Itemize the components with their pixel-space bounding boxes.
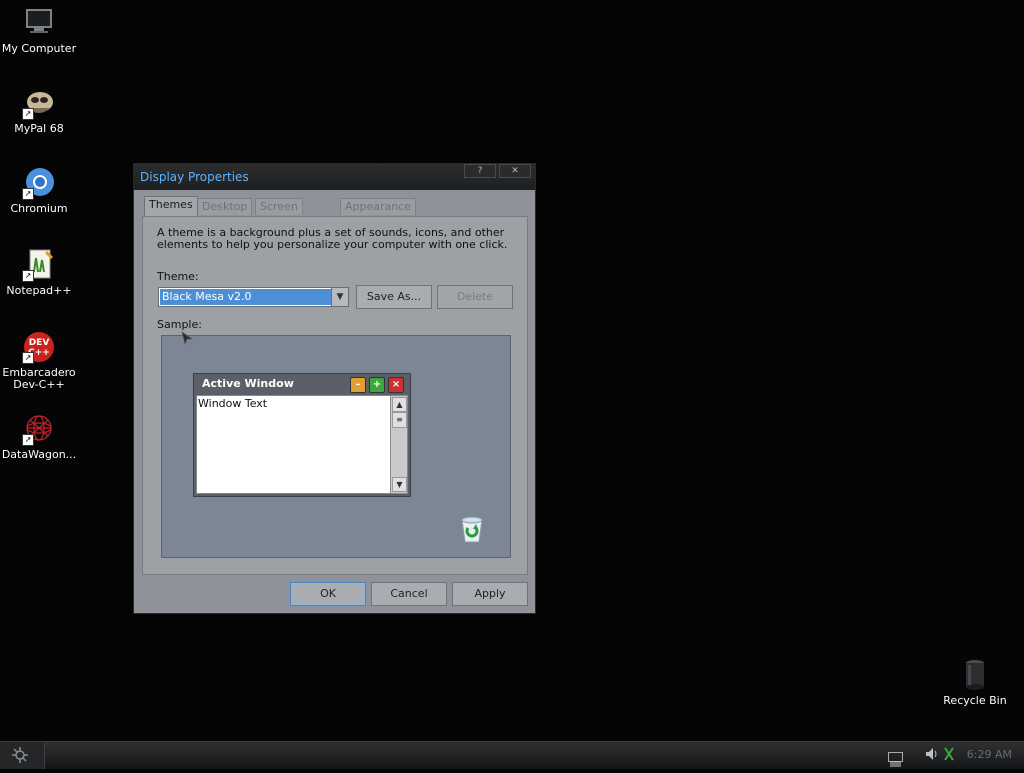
tab-desktop[interactable]: Desktop (197, 198, 253, 215)
taskbar-clock[interactable]: 6:29 AM (967, 748, 1012, 761)
minimize-icon: – (350, 377, 366, 393)
recycle-bin-icon (958, 658, 992, 692)
sample-active-window: Active Window – + × Window Text ▲ ≡ ▼ (193, 373, 411, 497)
start-icon (12, 747, 28, 763)
maximize-icon: + (369, 377, 385, 393)
close-button[interactable]: ✕ (499, 164, 531, 178)
save-as-button[interactable]: Save As... (356, 285, 432, 309)
desktop-icon-datawagon[interactable]: ↗ DataWagon... (0, 412, 78, 461)
sample-scrollbar: ▲ ≡ ▼ (390, 395, 408, 494)
tab-screen-saver[interactable]: Screen Saver (255, 198, 303, 229)
window-title: Display Properties (140, 170, 249, 184)
theme-select-value: Black Mesa v2.0 (160, 289, 331, 305)
chromium-icon: ↗ (22, 166, 56, 200)
shortcut-arrow-icon: ↗ (22, 108, 34, 120)
keyboard-icon[interactable] (888, 752, 903, 767)
monitor-icon (22, 6, 56, 40)
desktop-icon-mypal[interactable]: ↗ MyPal 68 (0, 86, 78, 135)
desktop-icon-label: My Computer (1, 42, 77, 55)
scroll-down-icon: ▼ (392, 477, 407, 492)
mouse-cursor-icon (181, 330, 194, 349)
desktop-icon-label: Recycle Bin (943, 694, 1007, 707)
start-button[interactable] (0, 742, 45, 769)
cancel-button[interactable]: Cancel (371, 582, 447, 606)
datawagon-icon: ↗ (22, 412, 56, 446)
desktop-icon-label: Notepad++ (6, 284, 72, 297)
scroll-up-icon: ▲ (392, 397, 407, 412)
desktop-icon-my-computer[interactable]: My Computer (0, 6, 78, 55)
network-icon[interactable] (942, 746, 956, 762)
close-icon: × (388, 377, 404, 393)
themes-panel: A theme is a background plus a set of so… (142, 216, 528, 575)
volume-icon[interactable] (924, 746, 940, 762)
theme-select[interactable]: Black Mesa v2.0 ▼ (158, 287, 349, 307)
apply-button[interactable]: Apply (452, 582, 528, 606)
shortcut-arrow-icon: ↗ (22, 434, 34, 446)
shortcut-arrow-icon: ↗ (22, 188, 34, 200)
scroll-thumb: ≡ (392, 412, 407, 428)
theme-sample-preview: Active Window – + × Window Text ▲ ≡ ▼ (161, 335, 511, 558)
shortcut-arrow-icon: ↗ (22, 352, 34, 364)
desktop-icon-label: Embarcadero Dev-C++ (2, 366, 76, 391)
tab-themes[interactable]: Themes (144, 196, 198, 216)
ok-button[interactable]: OK (290, 582, 366, 606)
sample-window-title: Active Window (202, 377, 294, 390)
chevron-down-icon[interactable]: ▼ (331, 288, 348, 306)
delete-button[interactable]: Delete (437, 285, 513, 309)
desktop-icon-label: DataWagon... (1, 448, 77, 461)
notepadpp-icon: ↗ (22, 248, 56, 282)
mypal-icon: ↗ (22, 86, 56, 120)
desktop-icon-notepadpp[interactable]: ↗ Notepad++ (0, 248, 78, 297)
shortcut-arrow-icon: ↗ (22, 270, 34, 282)
svg-text:DEV: DEV (29, 338, 50, 348)
desktop-icon-label: MyPal 68 (14, 122, 64, 135)
sample-window-text: Window Text (198, 397, 268, 410)
devcpp-icon: DEV C++ ↗ (22, 330, 56, 364)
desktop-icon-chromium[interactable]: ↗ Chromium (0, 166, 78, 215)
sample-label: Sample: (157, 318, 202, 331)
display-properties-window: Display Properties ? ✕ Themes Desktop Sc… (133, 163, 536, 614)
theme-label: Theme: (157, 270, 199, 283)
taskbar: 6:29 AM (0, 741, 1024, 769)
desktop-icon-label: Chromium (10, 202, 68, 215)
title-bar[interactable]: Display Properties ? ✕ (134, 164, 535, 190)
sample-recycle-bin-icon (458, 514, 486, 544)
desktop-icon-devcpp[interactable]: DEV C++ ↗ Embarcadero Dev-C++ (0, 330, 78, 391)
desktop-icon-recycle-bin[interactable]: Recycle Bin (936, 658, 1014, 707)
tab-appearance[interactable]: Appearance (340, 198, 417, 215)
sample-window-body: Window Text (196, 395, 392, 494)
theme-description: A theme is a background plus a set of so… (157, 226, 508, 251)
help-button[interactable]: ? (464, 164, 496, 178)
